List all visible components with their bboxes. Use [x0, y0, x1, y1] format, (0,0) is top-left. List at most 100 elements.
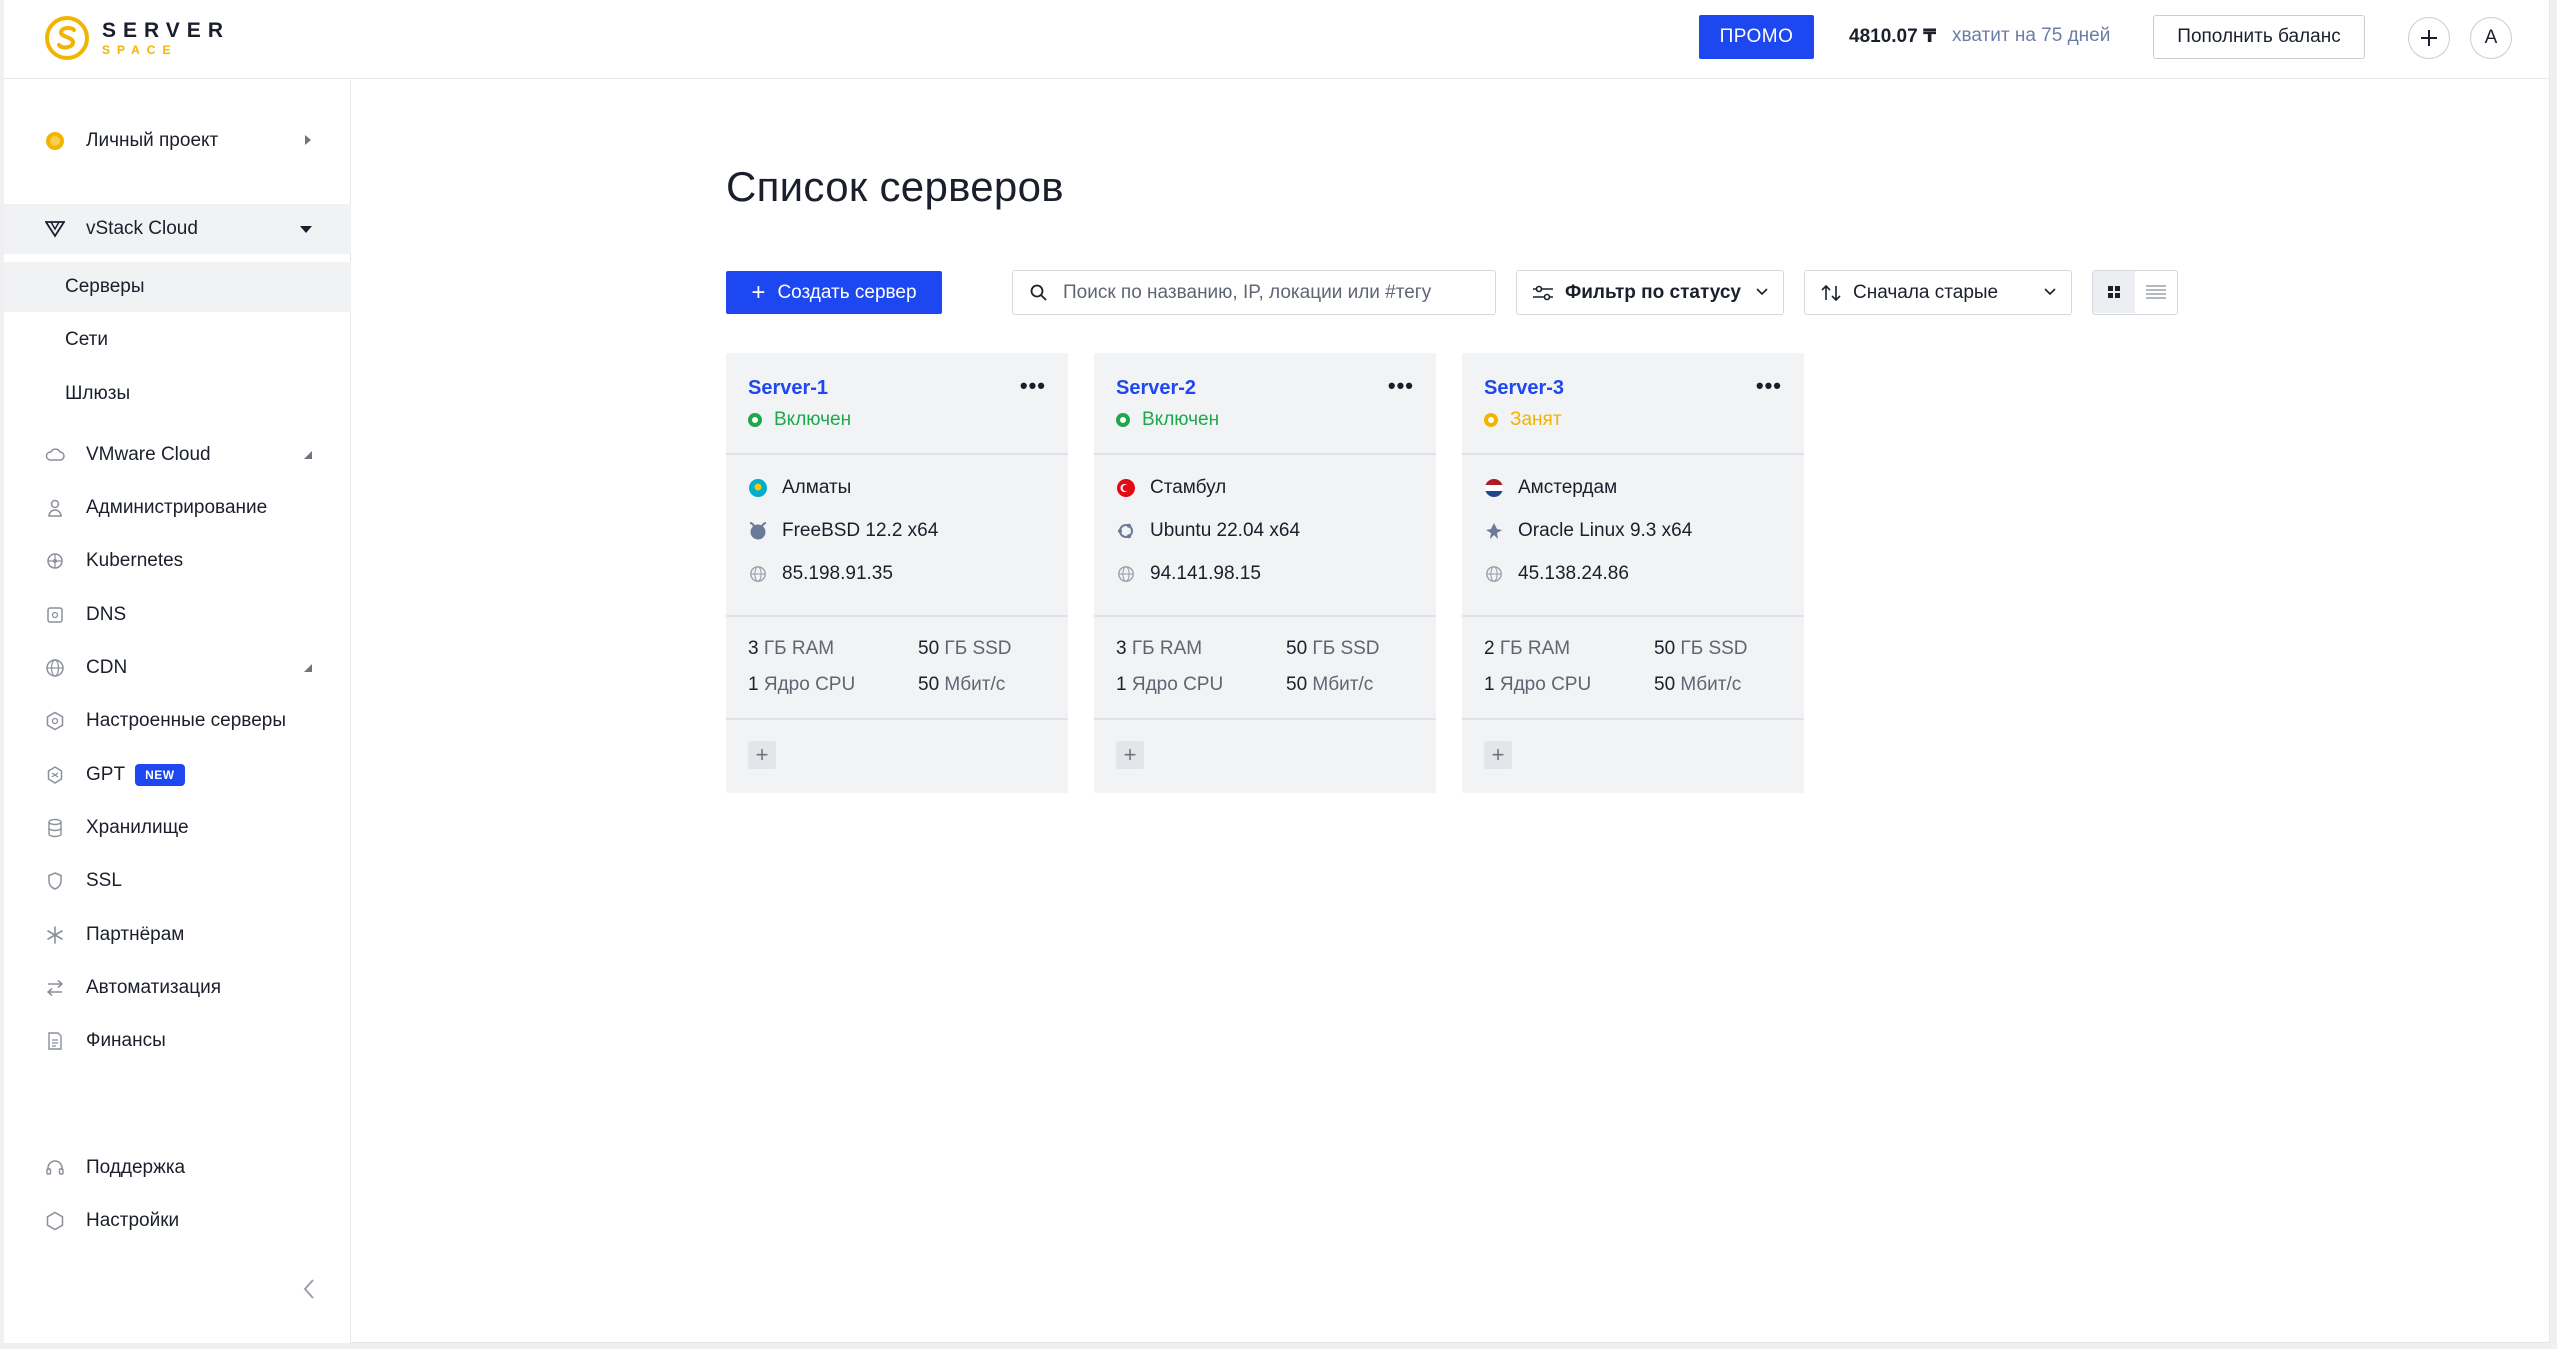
- chevron-down-icon: [1756, 288, 1768, 296]
- caret-expand-icon: [303, 657, 313, 679]
- create-server-button[interactable]: + Создать сервер: [726, 271, 942, 314]
- search-box[interactable]: [1012, 270, 1496, 315]
- add-tag-button[interactable]: +: [1116, 741, 1144, 769]
- sidebar-collapse-button[interactable]: [302, 1278, 316, 1307]
- server-card[interactable]: Server-1 ••• Включен Алматы FreeBSD 12.2…: [726, 353, 1068, 793]
- sidebar-item-settings[interactable]: Настройки: [4, 1196, 351, 1246]
- view-toggle: [2092, 270, 2178, 315]
- project-selector[interactable]: Личный проект: [4, 116, 351, 166]
- server-name-link[interactable]: Server-3: [1484, 377, 1564, 400]
- location-row: Амстердам: [1484, 477, 1617, 499]
- sidebar-item-label: Финансы: [86, 1030, 166, 1051]
- os-row: Oracle Linux 9.3 x64: [1484, 520, 1692, 542]
- server-card[interactable]: Server-2 ••• Включен Стамбул Ubuntu 22.0…: [1094, 353, 1436, 793]
- add-button[interactable]: [2408, 17, 2450, 59]
- location-text: Амстердам: [1518, 477, 1618, 498]
- kubernetes-icon: [44, 550, 66, 572]
- os-row: Ubuntu 22.04 x64: [1116, 520, 1300, 542]
- server-name-link[interactable]: Server-2: [1116, 377, 1196, 400]
- server-status: Включен: [1116, 409, 1219, 431]
- sidebar-item-finance[interactable]: Финансы: [4, 1016, 351, 1066]
- logo-text-server: SERVER: [102, 19, 230, 42]
- status-dot-icon: [1484, 413, 1498, 427]
- topup-button[interactable]: Пополнить баланс: [2153, 15, 2365, 59]
- sidebar: Личный проект vStack Cloud Серверы Сети …: [4, 80, 351, 1343]
- ssd-spec: 50 ГБ SSD: [1654, 638, 1748, 659]
- promo-button[interactable]: ПРОМО: [1699, 15, 1814, 59]
- sort-icon: [1821, 284, 1841, 301]
- ssd-spec: 50 ГБ SSD: [1286, 638, 1380, 659]
- plus-icon: +: [751, 278, 766, 306]
- ram-spec: 3 ГБ RAM: [748, 638, 835, 659]
- sidebar-item-kubernetes[interactable]: Kubernetes: [4, 536, 351, 586]
- sidebar-item-ssl[interactable]: SSL: [4, 856, 351, 906]
- sidebar-item-label: VMware Cloud: [86, 444, 211, 465]
- arrows-icon: [44, 977, 66, 999]
- sidebar-item-cdn[interactable]: CDN: [4, 643, 351, 693]
- sidebar-subitem-label: Шлюзы: [65, 383, 131, 404]
- more-options-icon[interactable]: •••: [1388, 373, 1414, 399]
- sidebar-item-label: vStack Cloud: [86, 218, 198, 239]
- sidebar-item-label: Администрирование: [86, 497, 268, 518]
- sidebar-item-storage[interactable]: Хранилище: [4, 803, 351, 853]
- serverspace-logo[interactable]: SERVER SPACE: [44, 15, 230, 61]
- caret-right-icon: [303, 130, 313, 152]
- database-icon: [44, 817, 66, 839]
- sidebar-item-vstack-cloud[interactable]: vStack Cloud: [4, 204, 351, 254]
- page-title: Список серверов: [726, 163, 1064, 210]
- sidebar-item-label: CDN: [86, 657, 128, 678]
- sidebar-subitem-servers[interactable]: Серверы: [4, 262, 351, 312]
- search-input[interactable]: [1063, 281, 1493, 304]
- more-options-icon[interactable]: •••: [1020, 373, 1046, 399]
- globe-icon: [1484, 564, 1504, 584]
- bandwidth-spec: 50 Мбит/с: [918, 674, 1006, 695]
- list-view-button[interactable]: [2135, 271, 2177, 313]
- list-icon: [2146, 285, 2166, 299]
- sidebar-item-label: Kubernetes: [86, 550, 184, 571]
- sidebar-subitem-gateways[interactable]: Шлюзы: [4, 369, 351, 419]
- sidebar-item-administration[interactable]: Администрирование: [4, 483, 351, 533]
- status-text: Включен: [1142, 409, 1220, 430]
- sidebar-item-gpt[interactable]: GPT NEW: [4, 750, 351, 800]
- chevron-left-icon: [303, 1279, 314, 1299]
- status-text: Включен: [774, 409, 852, 430]
- sidebar-item-automation[interactable]: Автоматизация: [4, 963, 351, 1013]
- bandwidth-spec: 50 Мбит/с: [1654, 674, 1742, 695]
- bandwidth-spec: 50 Мбит/с: [1286, 674, 1374, 695]
- server-card[interactable]: Server-3 ••• Занят Амстердам Oracle Linu…: [1462, 353, 1804, 793]
- settings-icon: [44, 1210, 66, 1232]
- ip-row: 85.198.91.35: [748, 563, 893, 585]
- ssd-spec: 50 ГБ SSD: [918, 638, 1012, 659]
- sidebar-item-configured-servers[interactable]: Настроенные серверы: [4, 696, 351, 746]
- caret-down-icon: [299, 218, 313, 240]
- project-coin-icon: [44, 130, 66, 152]
- sidebar-item-label: Партнёрам: [86, 924, 185, 945]
- app-frame: SERVER SPACE ПРОМО 4810.07 ₸ хватит на 7…: [4, 0, 2550, 1343]
- sort-dropdown[interactable]: Сначала старые: [1804, 270, 2072, 315]
- cloud-icon: [44, 444, 66, 466]
- grid-view-button[interactable]: [2093, 271, 2135, 313]
- os-text: FreeBSD 12.2 x64: [782, 520, 939, 541]
- avatar-button[interactable]: A: [2470, 17, 2512, 59]
- status-filter-dropdown[interactable]: Фильтр по статусу: [1516, 270, 1784, 315]
- location-row: Алматы: [748, 477, 851, 499]
- caret-expand-icon: [303, 444, 313, 466]
- server-name-link[interactable]: Server-1: [748, 377, 828, 400]
- sidebar-item-dns[interactable]: DNS: [4, 590, 351, 640]
- sidebar-subitem-networks[interactable]: Сети: [4, 315, 351, 365]
- freebsd-icon: [748, 521, 768, 541]
- more-options-icon[interactable]: •••: [1756, 373, 1782, 399]
- status-text: Занят: [1510, 409, 1562, 430]
- ip-row: 94.141.98.15: [1116, 563, 1261, 585]
- logo-text-space: SPACE: [102, 43, 178, 57]
- vstack-icon: [44, 218, 66, 240]
- asterisk-icon: [44, 924, 66, 946]
- location-text: Алматы: [782, 477, 852, 498]
- sidebar-item-vmware-cloud[interactable]: VMware Cloud: [4, 430, 351, 480]
- project-label: Личный проект: [86, 130, 219, 151]
- sidebar-item-partners[interactable]: Партнёрам: [4, 910, 351, 960]
- sidebar-subitem-label: Серверы: [65, 276, 145, 297]
- add-tag-button[interactable]: +: [1484, 741, 1512, 769]
- sidebar-item-support[interactable]: Поддержка: [4, 1143, 351, 1193]
- add-tag-button[interactable]: +: [748, 741, 776, 769]
